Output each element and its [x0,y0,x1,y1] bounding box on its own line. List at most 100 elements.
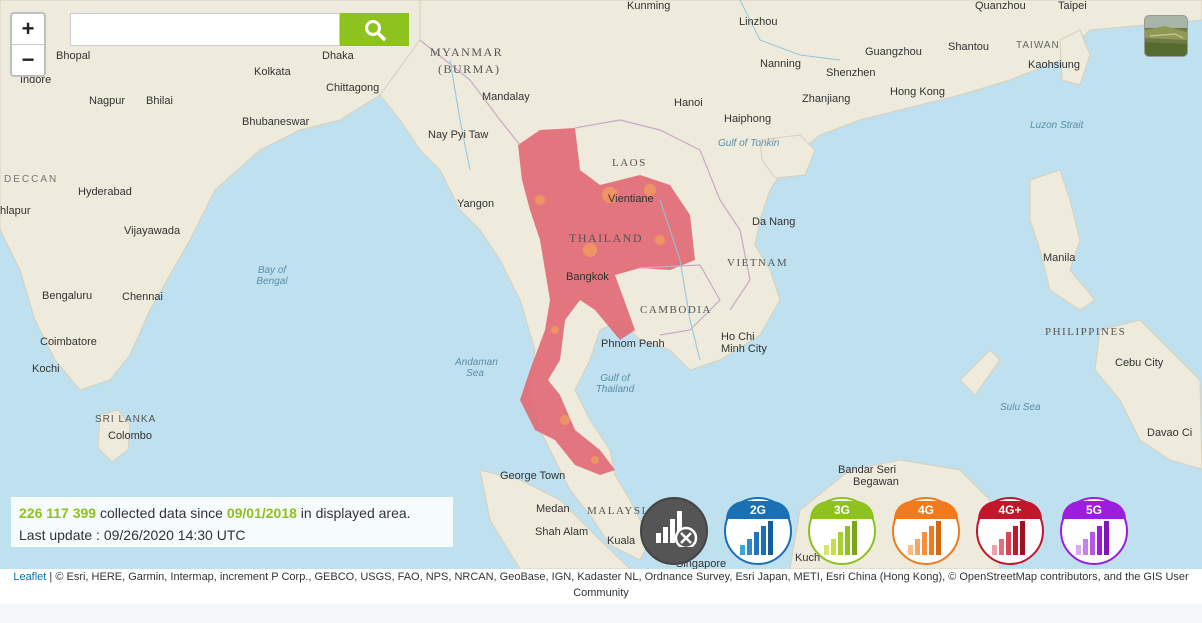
label-georgetown: George Town [500,470,566,482]
label-laos: LAOS [612,157,647,169]
label-kochi: Kochi [32,363,60,375]
tech-filter-5g[interactable]: 5G [1060,497,1128,565]
last-update: Last update : 09/26/2020 14:30 UTC [19,527,246,543]
signal-bars-4g-icon [908,521,941,555]
label-bhilai: Bhilai [146,95,173,107]
label-nagpur: Nagpur [89,95,126,107]
tech-filter-2g[interactable]: 2G [724,497,792,565]
label-hlapur: hlapur [0,205,31,217]
search-input[interactable] [70,13,340,46]
label-haiphong: Haiphong [724,113,772,125]
label-philippines: PHILIPPINES [1045,326,1127,338]
stats-panel: 226 117 399 collected data since 09/01/2… [11,497,453,547]
label-sulu-sea: Sulu Sea [1000,402,1041,413]
tech-label-3g: 3G [810,501,874,519]
label-gulf-tonkin: Gulf of Tonkin [718,138,780,149]
label-linzhou: Linzhou [739,16,778,28]
label-kunming: Kunming [627,0,671,12]
label-danang: Da Nang [752,216,796,228]
label-gulf-thailand: Gulf of Thailand [595,373,635,395]
zoom-in-button[interactable]: + [12,14,44,45]
label-bangkok: Bangkok [566,271,609,283]
label-guangzhou: Guangzhou [865,46,922,58]
label-cebucity: Cebu City [1115,357,1164,369]
label-shenzhen: Shenzhen [826,67,876,79]
label-coimbatore: Coimbatore [40,336,97,348]
label-nanning: Nanning [760,58,801,70]
satellite-layer-toggle[interactable] [1144,15,1188,57]
label-dhaka: Dhaka [322,50,354,62]
leaflet-link[interactable]: Leaflet [13,571,46,583]
label-srilanka: SRI LANKA [95,414,157,425]
label-chittagong: Chittagong [326,82,380,94]
label-kuala: Kuala [607,535,636,547]
map-view[interactable]: Kunming Quanzhou Taipei Linzhou Bhopal D… [0,0,1202,569]
stats-text-1: collected data since [96,505,227,521]
label-davao: Davao Ci [1147,427,1193,439]
stats-text-2: in displayed area. [296,505,411,521]
label-kolkata: Kolkata [254,66,291,78]
label-colombo: Colombo [108,430,153,442]
label-thailand: THAILAND [569,231,643,245]
label-naypyitaw: Nay Pyi Taw [428,129,489,141]
signal-bars-4g-plus-icon [992,521,1025,555]
label-chennai: Chennai [122,291,163,303]
label-mandalay: Mandalay [482,91,530,103]
map-attribution: Leaflet | © Esri, HERE, Garmin, Intermap… [0,569,1202,604]
satellite-thumbnail-icon [1145,16,1187,56]
label-bhopal: Bhopal [56,50,91,62]
tech-label-4g-plus: 4G+ [978,501,1042,519]
label-phnompenh: Phnom Penh [601,338,665,350]
no-signal-icon [656,511,698,547]
since-date: 09/01/2018 [226,505,297,521]
zoom-control: + − [10,12,46,77]
basemap [0,0,1202,569]
tech-label-5g: 5G [1062,501,1126,519]
label-shahalam: Shah Alam [535,526,589,538]
label-taiwan: TAIWAN [1016,40,1060,51]
label-vietnam: VIETNAM [727,257,789,269]
zoom-out-button[interactable]: − [12,45,44,75]
label-andaman-sea: Andaman Sea [455,357,498,379]
stats-line: 226 117 399 collected data since 09/01/2… [19,502,445,524]
label-hanoi: Hanoi [674,97,703,109]
label-hyderabad: Hyderabad [78,186,132,198]
label-yangon: Yangon [457,198,495,210]
search-icon [364,19,386,41]
label-shantou: Shantou [948,41,989,53]
label-burma: (BURMA) [438,62,501,76]
label-taipei: Taipei [1058,0,1087,12]
label-bhubaneswar: Bhubaneswar [242,116,310,128]
tech-filter-4g-plus[interactable]: 4G+ [976,497,1044,565]
label-vientiane: Vientiane [608,193,654,205]
search-button[interactable] [340,13,409,46]
label-quanzhou: Quanzhou [975,0,1026,12]
signal-bars-2g-icon [740,521,773,555]
tech-filter-4g[interactable]: 4G [892,497,960,565]
page-footer [0,604,1202,623]
label-hongkong: Hong Kong [890,86,946,98]
attribution-text: | © Esri, HERE, Garmin, Intermap, increm… [46,571,1189,583]
tech-filter-3g[interactable]: 3G [808,497,876,565]
label-cambodia: CAMBODIA [640,304,712,316]
label-vijayawada: Vijayawada [124,225,181,237]
label-luzon-strait: Luzon Strait [1030,120,1084,131]
label-myanmar: MYANMAR [430,45,504,59]
label-deccan: DECCAN [4,174,59,185]
tech-filter-no-data[interactable] [640,497,708,565]
attribution-text-2: Community [573,587,629,599]
label-kaohsiung: Kaohsiung [1028,59,1080,71]
label-medan: Medan [536,503,570,515]
tech-label-4g: 4G [894,501,958,519]
data-count: 226 117 399 [19,505,97,521]
label-bay-of-bengal: Bay of Bengal [256,265,288,287]
signal-bars-5g-icon [1076,521,1109,555]
signal-bars-3g-icon [824,521,857,555]
label-manila: Manila [1043,252,1076,264]
tech-label-2g: 2G [726,501,790,519]
label-zhanjiang: Zhanjiang [802,93,851,105]
label-hochiminh: Ho Chi Minh City [721,331,767,355]
label-begawan: Begawan [853,476,899,488]
label-bandarseri: Bandar Seri [838,464,897,476]
label-bengaluru: Bengaluru [42,290,93,302]
